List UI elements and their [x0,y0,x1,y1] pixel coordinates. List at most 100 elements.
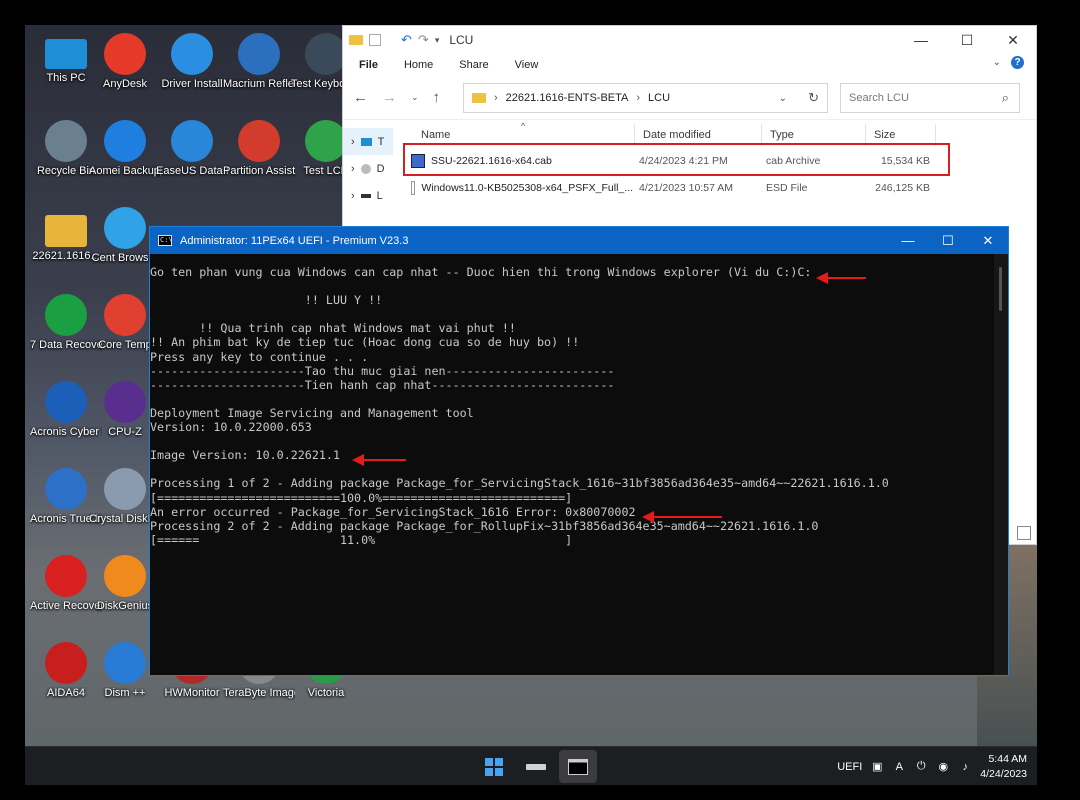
folder-icon [45,215,87,247]
ribbon-tab-file[interactable]: File [359,59,378,71]
search-input[interactable]: Search LCU ⌕ [840,83,1020,113]
taskbar-command-prompt[interactable] [559,750,597,783]
explorer-titlebar: ↶ ↷ ▾ LCU — ☐ ✕ [343,26,1036,54]
highlight-box [403,143,950,176]
volume-icon[interactable]: ♪ [958,760,972,774]
acronis-icon [45,381,87,423]
desktop-icon[interactable]: Macrium Reflect [223,33,295,91]
forward-button[interactable]: → [382,89,397,106]
terminal-line: Deployment Image Servicing and Managemen… [150,405,474,420]
taskbar-drive-app[interactable] [517,750,555,783]
nav-item[interactable]: › L [343,182,393,209]
partition-icon [238,120,280,162]
up-button[interactable]: ↑ [433,89,441,106]
close-button[interactable]: ✕ [990,26,1036,54]
terminal-line: Press any key to continue . . . [150,349,369,364]
command-prompt-icon [568,758,588,775]
terminal-line: ----------------------Tien hanh cap nhat… [150,377,615,392]
7data-icon [45,294,87,336]
keyboard-icon [305,33,347,75]
clock-time: 5:44 AM [988,752,1027,765]
coretemp-icon [104,294,146,336]
chevron-right-icon: › [636,92,641,104]
expand-ribbon-icon[interactable]: ⌄ [993,57,1001,68]
recent-locations-button[interactable]: ⌄ [411,92,419,103]
command-prompt-icon: C:\ [158,235,173,246]
redo-icon[interactable]: ↷ [418,32,429,48]
annotation-arrow [352,454,406,466]
desktop-icon-label: Macrium Reflect [223,78,295,90]
scrollbar-thumb[interactable] [999,267,1002,311]
desktop-icon[interactable]: Driver Install [156,33,228,91]
clock[interactable]: 5:44 AM 4/24/2023 [980,752,1027,782]
lcd-test-icon [305,120,347,162]
terminal-titlebar: C:\ Administrator: 11PEx64 UEFI - Premiu… [150,227,1008,254]
command-prompt-window[interactable]: C:\ Administrator: 11PEx64 UEFI - Premiu… [149,226,1009,676]
sort-ascending-icon: ^ [521,121,526,131]
search-placeholder: Search LCU [849,92,909,104]
file-size: 246,125 KB [875,182,930,194]
scrollbar[interactable] [994,254,1008,675]
ribbon-tabs: File Home Share View [343,54,1036,76]
details-view-icon[interactable] [1017,526,1031,540]
file-type: ESD File [766,182,808,194]
close-button[interactable]: ✕ [968,227,1008,254]
diskgenius-icon [104,555,146,597]
clock-date: 4/24/2023 [980,767,1027,780]
nav-item[interactable]: › D [343,155,393,182]
terminal-line: [====== 11.0% ] [150,532,573,547]
back-button[interactable]: ← [353,89,368,106]
minimize-button[interactable]: — [888,227,928,254]
media-icon[interactable]: ◉ [936,760,950,774]
annotation-arrow [642,511,722,523]
desktop-icon[interactable]: Partition Assistant [223,120,295,178]
breadcrumb-item[interactable]: 22621.1616-ENTS-BETA [506,92,629,104]
minimize-button[interactable]: — [898,26,944,54]
terminal-line: Processing 1 of 2 - Adding package Packa… [150,476,889,491]
terminal-line: Go ten phan vung cua Windows can cap nha… [150,265,812,279]
desktop-icon[interactable]: EaseUS Data Recovery [156,120,228,178]
help-icon[interactable]: ? [1011,56,1024,69]
file-row[interactable]: Windows11.0-KB5025308-x64_PSFX_Full_... … [407,175,930,201]
chevron-right-icon: › [351,162,355,175]
customize-quick-access-icon[interactable]: ▾ [435,35,440,46]
folder-icon [472,93,486,103]
chevron-right-icon: › [494,92,498,104]
undo-icon[interactable]: ↶ [401,32,412,48]
aida64-icon [45,642,87,684]
terminal-line: ----------------------Tao thu muc giai n… [150,363,615,378]
cpuz-icon [104,381,146,423]
terminal-title: Administrator: 11PEx64 UEFI - Premium V2… [180,234,409,247]
maximize-button[interactable]: ☐ [928,227,968,254]
ribbon-tab-home[interactable]: Home [404,59,433,71]
terminal-line: An error occurred - Package_for_Servicin… [150,504,636,519]
nav-item[interactable]: › T [343,128,393,155]
properties-icon[interactable] [369,34,381,46]
network-icon[interactable]: ▣ [870,760,884,774]
ribbon-tab-view[interactable]: View [515,59,539,71]
address-bar[interactable]: › 22621.1616-ENTS-BETA › LCU ⌄ ↻ [463,83,828,113]
desktop-icon-label: HWMonitor [164,687,220,699]
aomei-icon [104,120,146,162]
folder-icon [349,35,363,45]
easeus-icon [171,120,213,162]
drive-icon [526,763,546,770]
desktop-icon[interactable]: Aomei Backupper [89,120,161,178]
shutdown-icon[interactable]: ⏻ [914,760,928,774]
terminal-output[interactable]: Go ten phan vung cua Windows can cap nha… [150,265,995,675]
file-icon [411,181,416,195]
window-title: LCU [449,33,474,47]
refresh-icon[interactable]: ↻ [808,90,819,106]
maximize-button[interactable]: ☐ [944,26,990,54]
desktop-icon[interactable]: AnyDesk [89,33,161,91]
chevron-down-icon[interactable]: ⌄ [779,93,787,104]
acronis-tray-icon[interactable]: A [892,760,906,774]
breadcrumb-item[interactable]: LCU [648,92,670,104]
start-button[interactable] [475,750,513,783]
desktop-icon-label: Dism ++ [104,687,146,699]
ribbon-tab-share[interactable]: Share [459,59,488,71]
